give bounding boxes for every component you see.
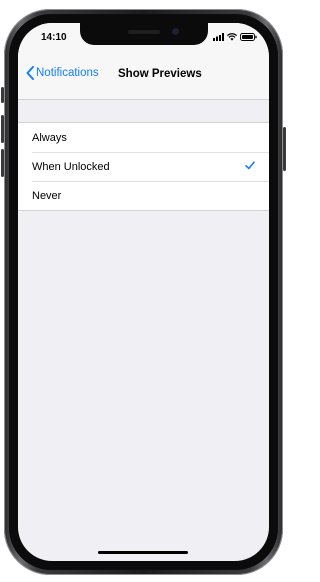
signal-icon	[213, 33, 224, 41]
volume-up-button	[1, 115, 4, 143]
back-button[interactable]: Notifications	[26, 66, 99, 80]
silent-switch	[1, 87, 4, 103]
option-label: When Unlocked	[32, 160, 110, 173]
speaker-grille	[128, 30, 160, 34]
volume-down-button	[1, 149, 4, 177]
option-always[interactable]: Always	[18, 123, 269, 152]
status-time: 14:10	[41, 32, 67, 43]
screen: 14:10 Notifications Show Previews Always…	[18, 23, 269, 561]
option-label: Never	[32, 189, 62, 202]
home-indicator[interactable]	[98, 551, 188, 554]
page-title: Show Previews	[118, 68, 202, 80]
option-label: Always	[32, 131, 67, 144]
back-label: Notifications	[36, 67, 99, 79]
wifi-icon	[227, 33, 237, 41]
battery-icon	[240, 33, 257, 41]
navigation-bar: Notifications Show Previews	[18, 53, 269, 100]
checkmark-icon	[245, 161, 255, 170]
option-never[interactable]: Never	[18, 181, 269, 210]
bezel: 14:10 Notifications Show Previews Always…	[9, 14, 278, 570]
status-icons	[213, 33, 257, 41]
front-camera	[172, 28, 179, 35]
options-list: Always When Unlocked Never	[18, 122, 269, 211]
chevron-left-icon	[26, 66, 34, 80]
notch	[80, 23, 208, 45]
option-when-unlocked[interactable]: When Unlocked	[18, 152, 269, 181]
power-button	[283, 127, 286, 171]
phone-frame: 14:10 Notifications Show Previews Always…	[1, 9, 286, 575]
